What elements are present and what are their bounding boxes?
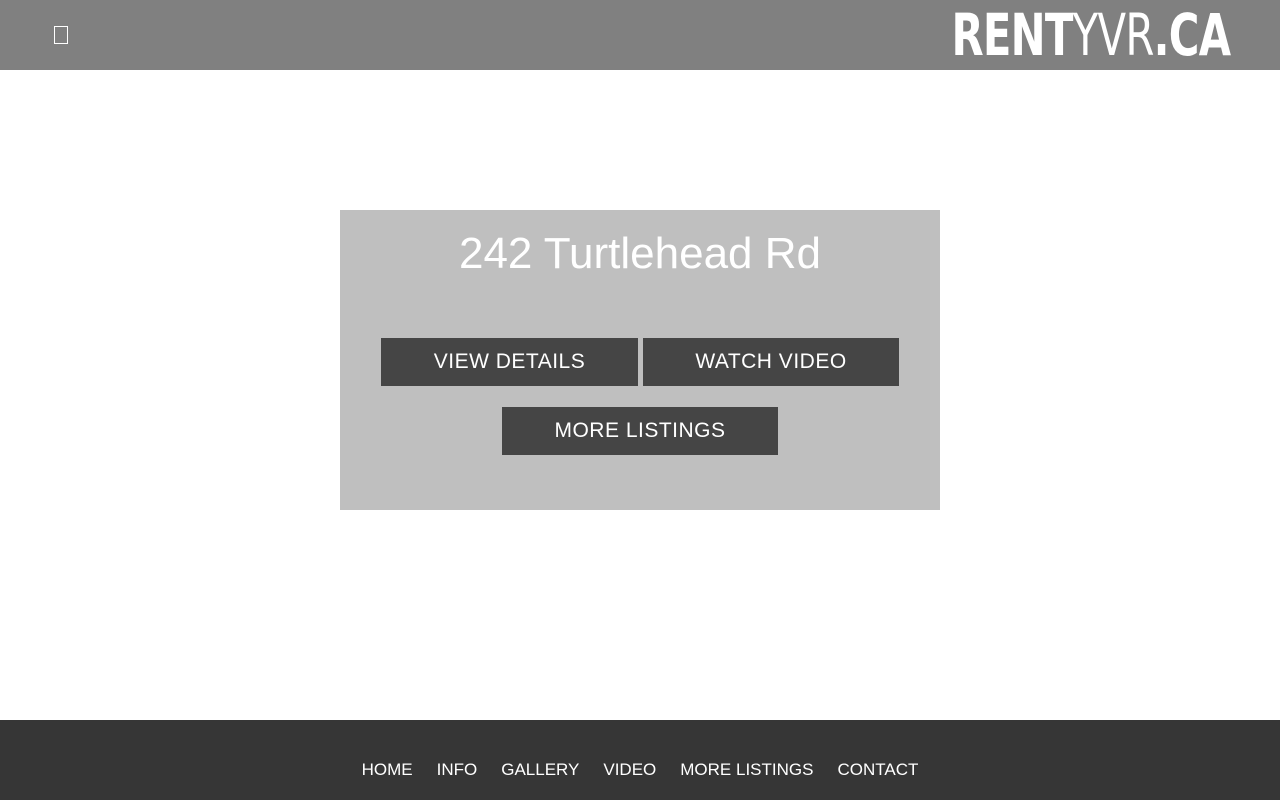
top-bar: RENTYVR.CA bbox=[0, 0, 1280, 70]
footer-link-contact[interactable]: CONTACT bbox=[837, 760, 918, 780]
menu-icon[interactable] bbox=[54, 26, 68, 44]
view-details-button[interactable]: VIEW DETAILS bbox=[381, 338, 638, 386]
listing-address: 242 Turtlehead Rd bbox=[458, 229, 822, 278]
more-listings-button[interactable]: MORE LISTINGS bbox=[502, 407, 778, 455]
page: RENTYVR.CA 242 Turtlehead Rd VIEW DETAIL… bbox=[0, 0, 1280, 800]
footer-link-more-listings[interactable]: MORE LISTINGS bbox=[680, 760, 813, 780]
watch-video-button[interactable]: WATCH VIDEO bbox=[643, 338, 899, 386]
listing-card: 242 Turtlehead Rd VIEW DETAILS WATCH VID… bbox=[340, 210, 940, 510]
footer-link-home[interactable]: HOME bbox=[362, 760, 413, 780]
footer-nav: HOME INFO GALLERY VIDEO MORE LISTINGS CO… bbox=[0, 760, 1280, 780]
logo-text-rent: RENT bbox=[951, 1, 1073, 69]
footer-link-video[interactable]: VIDEO bbox=[603, 760, 656, 780]
logo-text-yvr: YVR bbox=[1072, 1, 1154, 69]
footer-link-gallery[interactable]: GALLERY bbox=[501, 760, 579, 780]
footer-link-info[interactable]: INFO bbox=[437, 760, 478, 780]
site-logo[interactable]: RENTYVR.CA bbox=[951, 6, 1231, 64]
logo-text-ca: .CA bbox=[1153, 1, 1230, 69]
footer: HOME INFO GALLERY VIDEO MORE LISTINGS CO… bbox=[0, 720, 1280, 800]
